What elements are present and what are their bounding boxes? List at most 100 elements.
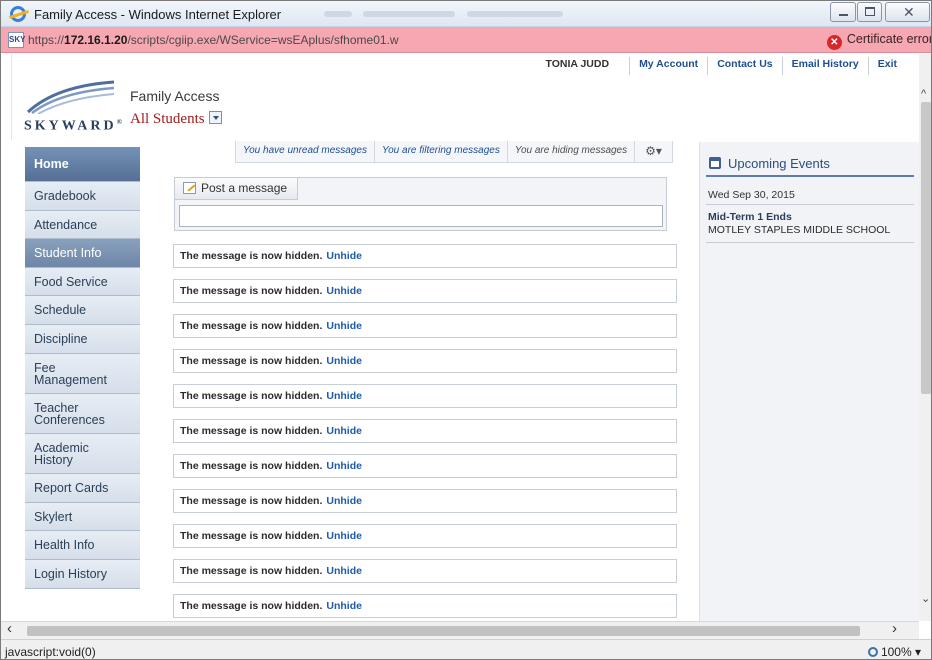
- left-nav: Home Gradebook Attendance Student Info F…: [25, 147, 140, 589]
- nav-item-home[interactable]: Home: [25, 147, 140, 182]
- unhide-link[interactable]: Unhide: [326, 600, 362, 612]
- scroll-down-icon[interactable]: ⌄: [921, 592, 930, 605]
- certificate-error-button[interactable]: ✕ Certificate error: [826, 32, 932, 50]
- unhide-link[interactable]: Unhide: [326, 320, 362, 332]
- nav-item-label: Student Info: [34, 246, 102, 260]
- upcoming-events-panel: Upcoming Events Wed Sep 30, 2015 Mid-Ter…: [699, 142, 919, 621]
- vertical-scrollbar[interactable]: ^ ⌄: [919, 54, 931, 621]
- window-title: Family Access - Windows Internet Explore…: [34, 7, 282, 22]
- hidden-message-text: The message is now hidden.: [180, 425, 323, 437]
- nav-item-health-info[interactable]: Health Info: [25, 531, 140, 560]
- url-host: 172.16.1.20: [64, 33, 128, 47]
- nav-item-student-info[interactable]: Student Info: [25, 239, 140, 268]
- hidden-message-text: The message is now hidden.: [180, 285, 323, 297]
- status-text: javascript:void(0): [5, 645, 96, 659]
- hidden-message-list: The message is now hidden. Unhide The mess…: [173, 244, 677, 621]
- chevron-down-icon[interactable]: [208, 111, 222, 124]
- zoom-control[interactable]: 100% ▾: [867, 645, 921, 659]
- certificate-error-label: Certificate error: [846, 32, 932, 46]
- logo-registered-mark: ®: [116, 118, 122, 126]
- contact-us-link[interactable]: Contact Us: [708, 57, 783, 75]
- hidden-message-row: The message is now hidden. Unhide: [173, 349, 677, 373]
- unhide-link[interactable]: Unhide: [326, 250, 362, 262]
- unhide-link[interactable]: Unhide: [326, 460, 362, 472]
- browser-window: Family Access - Windows Internet Explore…: [0, 0, 932, 660]
- nav-item-label: Fee Management: [34, 360, 107, 387]
- scroll-left-icon[interactable]: ‹: [7, 620, 12, 637]
- internet-explorer-icon: [10, 6, 26, 22]
- unhide-link[interactable]: Unhide: [326, 285, 362, 297]
- hidden-message-row: The message is now hidden. Unhide: [173, 314, 677, 338]
- upcoming-events-heading: Upcoming Events: [706, 153, 914, 177]
- event-date: Wed Sep 30, 2015: [708, 189, 795, 201]
- hidden-message-text: The message is now hidden.: [180, 495, 323, 507]
- hidden-message-row: The message is now hidden. Unhide: [173, 454, 677, 478]
- maximize-button[interactable]: [857, 2, 882, 22]
- nav-item-schedule[interactable]: Schedule: [25, 296, 140, 325]
- user-name: TONIA JUDD: [536, 57, 631, 75]
- horizontal-scrollbar[interactable]: ‹ ›: [1, 620, 919, 639]
- scroll-right-icon[interactable]: ›: [892, 620, 897, 637]
- unhide-link[interactable]: Unhide: [326, 495, 362, 507]
- unhide-link[interactable]: Unhide: [326, 390, 362, 402]
- divider: [706, 242, 914, 243]
- unhide-link[interactable]: Unhide: [326, 425, 362, 437]
- unhide-link[interactable]: Unhide: [326, 355, 362, 367]
- nav-item-academic-history[interactable]: Academic History: [25, 434, 140, 474]
- nav-item-attendance[interactable]: Attendance: [25, 211, 140, 239]
- hiding-messages-tab[interactable]: You are hiding messages: [508, 141, 636, 162]
- scrollbar-thumb[interactable]: [921, 102, 931, 394]
- edit-icon: [183, 182, 196, 194]
- message-filter-tabs: You have unread messages You are filteri…: [235, 141, 673, 163]
- nav-item-login-history[interactable]: Login History: [25, 560, 140, 589]
- nav-item-teacher-conferences[interactable]: Teacher Conferences: [25, 394, 140, 434]
- divider: [706, 204, 914, 205]
- error-icon: ✕: [826, 35, 842, 50]
- post-message-input[interactable]: [179, 205, 663, 227]
- nav-item-gradebook[interactable]: Gradebook: [25, 182, 140, 211]
- logo-text: SKYWARD: [24, 118, 117, 134]
- url-field[interactable]: https://172.16.1.20/scripts/cgiip.exe/WS…: [28, 33, 399, 47]
- hidden-message-row: The message is now hidden. Unhide: [173, 559, 677, 583]
- unhide-link[interactable]: Unhide: [326, 565, 362, 577]
- hidden-message-row: The message is now hidden. Unhide: [173, 419, 677, 443]
- nav-item-report-cards[interactable]: Report Cards: [25, 474, 140, 503]
- minimize-icon: [839, 14, 848, 16]
- url-scheme: https://: [28, 33, 65, 47]
- nav-item-fee-management[interactable]: Fee Management: [25, 354, 140, 394]
- scrollbar-thumb[interactable]: [27, 626, 860, 636]
- address-bar[interactable]: SKY https://172.16.1.20/scripts/cgiip.ex…: [1, 27, 932, 53]
- scroll-up-icon[interactable]: ^: [921, 88, 926, 100]
- app-title: Family Access: [130, 88, 220, 104]
- my-account-link[interactable]: My Account: [630, 57, 709, 75]
- calendar-icon: [709, 157, 721, 169]
- nav-item-label: Teacher Conferences: [34, 400, 105, 427]
- skyward-logo: SKYWARD®: [24, 118, 122, 135]
- nav-item-discipline[interactable]: Discipline: [25, 325, 140, 354]
- nav-item-label: Discipline: [34, 332, 88, 346]
- nav-item-label: Gradebook: [34, 189, 96, 203]
- close-button[interactable]: ✕: [885, 2, 930, 22]
- skyward-swoosh-icon: [26, 80, 115, 114]
- hidden-message-text: The message is now hidden.: [180, 530, 323, 542]
- blurred-title-text: [467, 11, 563, 17]
- nav-item-food-service[interactable]: Food Service: [25, 268, 140, 296]
- post-message-tab[interactable]: Post a message: [175, 178, 298, 200]
- filtering-messages-tab[interactable]: You are filtering messages: [375, 141, 508, 162]
- hidden-message-row: The message is now hidden. Unhide: [173, 594, 677, 618]
- hidden-message-row: The message is now hidden. Unhide: [173, 279, 677, 303]
- unread-messages-tab[interactable]: You have unread messages: [236, 141, 375, 162]
- top-nav: TONIA JUDD My Account Contact Us Email H…: [536, 57, 906, 75]
- email-history-link[interactable]: Email History: [783, 57, 869, 75]
- blurred-title-text: [324, 11, 352, 17]
- minimize-button[interactable]: [830, 2, 856, 22]
- hidden-message-text: The message is now hidden.: [180, 390, 323, 402]
- event-title[interactable]: Mid-Term 1 Ends: [708, 211, 792, 223]
- student-selector[interactable]: All Students: [130, 111, 222, 128]
- nav-item-skylert[interactable]: Skylert: [25, 503, 140, 531]
- exit-link[interactable]: Exit: [869, 57, 906, 75]
- status-bar: javascript:void(0) 100% ▾: [1, 639, 931, 659]
- unhide-link[interactable]: Unhide: [326, 530, 362, 542]
- post-message-box: Post a message: [174, 177, 667, 231]
- gear-icon[interactable]: ⚙▾: [635, 141, 672, 162]
